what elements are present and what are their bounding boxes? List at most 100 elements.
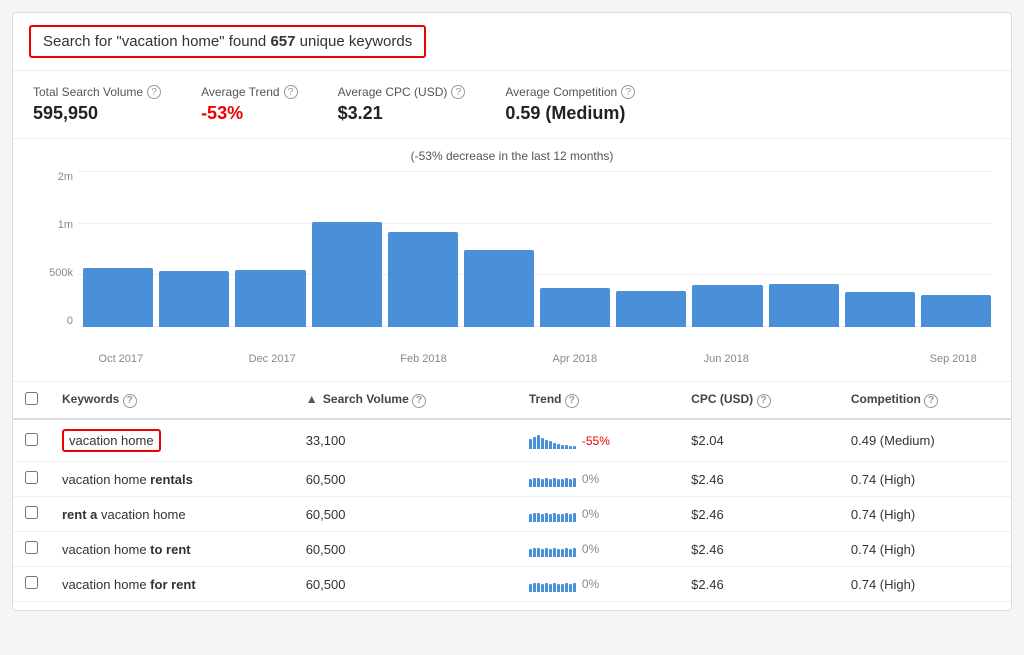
mini-bar bbox=[545, 548, 548, 557]
mini-bar bbox=[565, 478, 568, 487]
mini-bar bbox=[537, 513, 540, 522]
stat-label-trend: Average Trend ? bbox=[201, 85, 298, 99]
y-label-500k: 500k bbox=[49, 267, 73, 279]
search-volume-cell: 60,500 bbox=[294, 567, 517, 602]
mini-bar bbox=[565, 583, 568, 592]
x-axis-label: Apr 2018 bbox=[537, 353, 613, 365]
mini-bar bbox=[573, 583, 576, 592]
title-prefix: Search for "vacation home" found bbox=[43, 33, 270, 50]
bars-container bbox=[83, 171, 991, 327]
th-cpc[interactable]: CPC (USD) ? bbox=[679, 382, 839, 419]
mini-bar bbox=[557, 584, 560, 592]
chart-area: 2m 1m 500k 0 bbox=[33, 171, 991, 351]
th-trend[interactable]: Trend ? bbox=[517, 382, 679, 419]
info-icon-trend[interactable]: ? bbox=[284, 85, 298, 99]
trend-content: 0% bbox=[529, 471, 667, 487]
stat-value-volume: 595,950 bbox=[33, 103, 161, 124]
th-keywords[interactable]: Keywords ? bbox=[50, 382, 294, 419]
th-competition[interactable]: Competition ? bbox=[839, 382, 1011, 419]
competition-cell: 0.49 (Medium) bbox=[839, 419, 1011, 462]
mini-bar-chart bbox=[529, 506, 576, 522]
mini-bar bbox=[541, 549, 544, 557]
mini-bar bbox=[561, 514, 564, 522]
info-icon-cpc[interactable]: ? bbox=[451, 85, 465, 99]
chart-bar bbox=[692, 285, 762, 327]
trend-percentage: 0% bbox=[582, 577, 599, 591]
mini-bar bbox=[553, 443, 556, 449]
chart-bar bbox=[540, 288, 610, 327]
info-icon-tr[interactable]: ? bbox=[565, 394, 579, 408]
search-volume-cell: 60,500 bbox=[294, 532, 517, 567]
keyword-cell: vacation home rentals bbox=[50, 462, 294, 497]
stats-row: Total Search Volume ? 595,950 Average Tr… bbox=[13, 71, 1011, 139]
mini-bar-chart bbox=[529, 576, 576, 592]
mini-bar bbox=[553, 548, 556, 557]
trend-cell: -55% bbox=[517, 419, 679, 462]
info-icon-cpc-col[interactable]: ? bbox=[757, 394, 771, 408]
row-checkbox[interactable] bbox=[25, 541, 38, 554]
mini-bar bbox=[541, 514, 544, 522]
mini-bar bbox=[529, 549, 532, 557]
trend-cell: 0% bbox=[517, 497, 679, 532]
keyword-cell: vacation home for rent bbox=[50, 567, 294, 602]
mini-bar bbox=[549, 479, 552, 487]
stat-value-competition: 0.59 (Medium) bbox=[505, 103, 635, 124]
chart-bar bbox=[845, 292, 915, 327]
x-axis-label bbox=[159, 353, 235, 365]
select-all-checkbox[interactable] bbox=[25, 392, 38, 405]
chart-section: (-53% decrease in the last 12 months) 2m… bbox=[13, 139, 1011, 382]
mini-bar bbox=[557, 549, 560, 557]
info-icon-comp-col[interactable]: ? bbox=[924, 394, 938, 408]
info-icon-sv[interactable]: ? bbox=[412, 394, 426, 408]
x-axis-label bbox=[310, 353, 386, 365]
mini-bar bbox=[533, 548, 536, 557]
trend-cell: 0% bbox=[517, 532, 679, 567]
table-row: vacation home to rent60,5000%$2.460.74 (… bbox=[13, 532, 1011, 567]
x-axis-label bbox=[613, 353, 689, 365]
chart-bar bbox=[312, 222, 382, 327]
mini-bar bbox=[533, 513, 536, 522]
table-row: rent a vacation home60,5000%$2.460.74 (H… bbox=[13, 497, 1011, 532]
competition-cell: 0.74 (High) bbox=[839, 497, 1011, 532]
mini-bar bbox=[549, 441, 552, 449]
chart-bar bbox=[616, 291, 686, 327]
trend-content: 0% bbox=[529, 506, 667, 522]
mini-bar bbox=[573, 513, 576, 522]
keyword-cell: rent a vacation home bbox=[50, 497, 294, 532]
mini-bar bbox=[541, 438, 544, 449]
search-volume-cell: 33,100 bbox=[294, 419, 517, 462]
mini-bar bbox=[561, 479, 564, 487]
x-labels: Oct 2017Dec 2017Feb 2018Apr 2018Jun 2018… bbox=[33, 353, 991, 365]
mini-bar bbox=[561, 584, 564, 592]
competition-cell: 0.74 (High) bbox=[839, 462, 1011, 497]
row-checkbox[interactable] bbox=[25, 471, 38, 484]
mini-bar bbox=[565, 548, 568, 557]
mini-bar bbox=[569, 479, 572, 487]
info-icon-volume[interactable]: ? bbox=[147, 85, 161, 99]
mini-bar bbox=[561, 445, 564, 449]
mini-bar bbox=[557, 479, 560, 487]
y-axis: 2m 1m 500k 0 bbox=[33, 171, 79, 327]
bar-group bbox=[159, 271, 229, 327]
sort-icon: ▲ bbox=[306, 392, 318, 406]
mini-bar bbox=[553, 478, 556, 487]
mini-bar bbox=[557, 514, 560, 522]
bar-group bbox=[692, 285, 762, 327]
mini-bar bbox=[565, 513, 568, 522]
table-body: vacation home33,100-55%$2.040.49 (Medium… bbox=[13, 419, 1011, 602]
info-icon-kw[interactable]: ? bbox=[123, 394, 137, 408]
mini-bar bbox=[561, 549, 564, 557]
chart-bar bbox=[769, 284, 839, 327]
info-icon-competition[interactable]: ? bbox=[621, 85, 635, 99]
mini-bar bbox=[569, 514, 572, 522]
mini-bar bbox=[537, 435, 540, 449]
row-checkbox[interactable] bbox=[25, 506, 38, 519]
bar-group bbox=[921, 295, 991, 327]
row-checkbox[interactable] bbox=[25, 576, 38, 589]
th-search-volume[interactable]: ▲ Search Volume ? bbox=[294, 382, 517, 419]
chart-bar bbox=[159, 271, 229, 327]
row-checkbox[interactable] bbox=[25, 433, 38, 446]
row-checkbox-cell bbox=[13, 567, 50, 602]
mini-bar bbox=[529, 479, 532, 487]
mini-bar bbox=[573, 446, 576, 449]
